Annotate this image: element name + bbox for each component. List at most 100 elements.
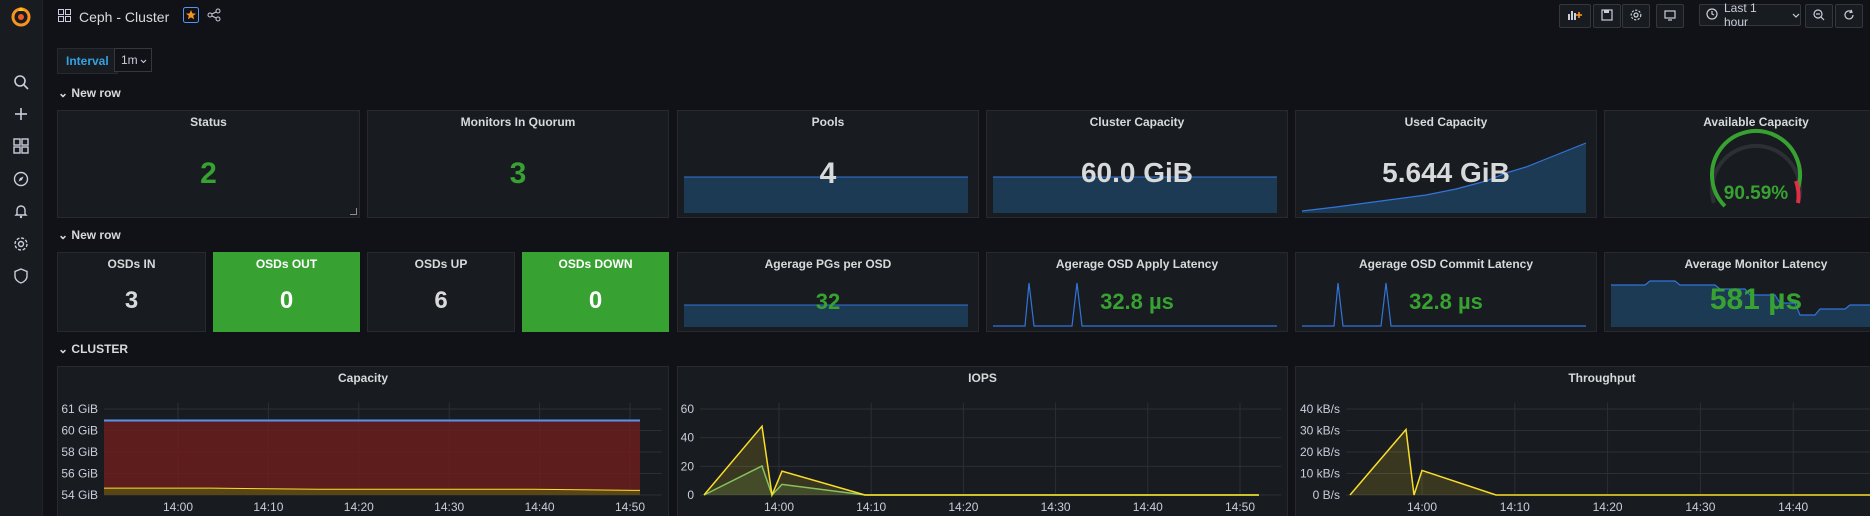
dashboard-grid-icon [58, 8, 71, 25]
row-header[interactable]: ⌄ CLUSTER [58, 342, 128, 356]
stat-value: 6 [434, 287, 448, 314]
avg-monitor-latency-panel[interactable]: Average Monitor Latency 581 µs [1604, 252, 1870, 332]
capacity-chart: 61 GiB 60 GiB 58 GiB 56 GiB 54 GiB 14:00 14:10… [61, 402, 662, 514]
panel-title: Used Capacity [1404, 115, 1488, 129]
row-title: New row [71, 228, 121, 242]
available-capacity-panel[interactable]: Available Capacity 90.59% [1604, 110, 1870, 218]
capacity-graph-panel[interactable]: Capacity 61 GiB 60 GiB 58 GiB 56 GiB 54 GiB 1… [57, 366, 669, 516]
clock-icon [1706, 7, 1718, 23]
stat-value: 581 µs [1709, 283, 1803, 316]
panel-title: OSDs OUT [255, 257, 318, 271]
explore-icon[interactable] [11, 169, 31, 189]
throughput-chart: 40 kB/s 30 kB/s 20 kB/s 10 kB/s 0 B/s 14:00 14… [1300, 402, 1870, 514]
x-tick-label: 14:10 [253, 500, 283, 514]
x-tick-label: 14:20 [1593, 500, 1623, 514]
panel-title: OSDs IN [107, 257, 156, 271]
share-icon[interactable] [207, 8, 221, 25]
save-dashboard-button[interactable] [1593, 4, 1621, 28]
stat-value: 60.0 GiB [1080, 157, 1194, 188]
y-tick-label: 20 [681, 459, 695, 473]
settings-icon[interactable] [11, 234, 31, 254]
zoom-out-icon [1813, 8, 1825, 24]
x-tick-label: 14:40 [1778, 500, 1808, 514]
tv-mode-button[interactable] [1656, 4, 1684, 28]
stat-value: 4 [819, 157, 837, 190]
y-tick-label: 40 [681, 431, 695, 445]
interval-value: 1m [121, 53, 138, 67]
series-area [1350, 429, 1870, 495]
y-tick-label: 0 B/s [1313, 488, 1340, 502]
chevron-down-icon [140, 53, 147, 67]
iops-graph-panel[interactable]: IOPS 60 40 20 0 14:00 14:10 14:20 14:30 14:40 14:… [677, 366, 1288, 516]
monitor-icon [1664, 9, 1676, 24]
dashboards-icon[interactable] [11, 136, 31, 156]
avg-pgs-per-osd-panel[interactable]: Agerage PGs per OSD 32 [677, 252, 979, 332]
stat-value: 0 [588, 287, 603, 314]
used-capacity-panel[interactable]: Used Capacity 5.644 GiB [1295, 110, 1597, 218]
x-tick-label: 14:20 [344, 500, 374, 514]
status-panel[interactable]: Status 2 [57, 110, 360, 218]
x-tick-label: 14:30 [434, 500, 464, 514]
gauge-value: 90.59% [1723, 183, 1789, 204]
x-tick-label: 14:00 [1407, 500, 1437, 514]
osds-out-panel[interactable]: OSDs OUT 0 [213, 252, 360, 332]
stat-value: 32.8 µs [1409, 289, 1483, 314]
x-tick-label: 14:50 [1225, 500, 1255, 514]
throughput-graph-panel[interactable]: Throughput 40 kB/s 30 kB/s 20 kB/s 10 kB/s 0… [1295, 366, 1870, 516]
row-title: New row [71, 86, 121, 100]
x-tick-label: 14:20 [948, 500, 978, 514]
cluster-capacity-panel[interactable]: Cluster Capacity 60.0 GiB [986, 110, 1288, 218]
y-tick-label: 0 [687, 488, 694, 502]
x-tick-label: 14:30 [1685, 500, 1715, 514]
chevron-down-icon: ⌄ [58, 86, 69, 100]
star-icon[interactable] [183, 7, 200, 26]
panel-title: OSDs DOWN [558, 257, 633, 271]
y-tick-label: 56 GiB [61, 467, 98, 481]
x-tick-label: 14:30 [1041, 500, 1071, 514]
series-area [104, 420, 640, 495]
panel-title: Status [190, 115, 227, 129]
panel-title: OSDs UP [414, 257, 468, 271]
grafana-logo-icon[interactable] [10, 6, 32, 28]
x-tick-label: 14:40 [525, 500, 555, 514]
osds-in-panel[interactable]: OSDs IN 3 [57, 252, 206, 332]
iops-chart: 60 40 20 0 14:00 14:10 14:20 14:30 14:40 14:50 [681, 402, 1281, 514]
search-icon[interactable] [11, 72, 31, 92]
add-panel-button[interactable] [1559, 4, 1591, 28]
osds-up-panel[interactable]: OSDs UP 6 [367, 252, 515, 332]
row-header[interactable]: ⌄ New row [58, 228, 121, 242]
panel-title: Average Monitor Latency [1684, 257, 1828, 271]
x-tick-label: 14:40 [1133, 500, 1163, 514]
alerting-icon[interactable] [11, 201, 31, 221]
plus-icon[interactable] [11, 104, 31, 124]
series-area [704, 426, 1259, 495]
zoom-out-button[interactable] [1805, 4, 1833, 28]
y-tick-label: 40 kB/s [1300, 402, 1340, 416]
x-tick-label: 14:10 [1500, 500, 1530, 514]
time-range-picker[interactable]: Last 1 hour [1699, 1, 1801, 29]
interval-variable-select[interactable]: 1m [114, 48, 152, 72]
dashboard-settings-button[interactable] [1622, 4, 1650, 28]
chevron-down-icon: ⌄ [58, 342, 69, 356]
stat-value: 3 [509, 157, 527, 190]
shield-icon[interactable] [11, 266, 31, 286]
x-tick-label: 14:10 [856, 500, 886, 514]
refresh-button[interactable] [1835, 4, 1863, 28]
panel-title: Monitors In Quorum [460, 115, 576, 129]
y-tick-label: 61 GiB [61, 402, 98, 416]
pools-panel[interactable]: Pools 4 [677, 110, 979, 218]
dashboard-title[interactable]: Ceph - Cluster [79, 9, 169, 25]
row-header[interactable]: ⌄ New row [58, 86, 121, 100]
osds-down-panel[interactable]: OSDs DOWN 0 [522, 252, 669, 332]
avg-osd-apply-latency-panel[interactable]: Agerage OSD Apply Latency 32.8 µs [986, 252, 1288, 332]
avg-osd-commit-latency-panel[interactable]: Agerage OSD Commit Latency 32.8 µs [1295, 252, 1597, 332]
stat-value: 32.8 µs [1100, 289, 1174, 314]
panel-title: Agerage PGs per OSD [764, 257, 892, 271]
y-tick-label: 30 kB/s [1300, 424, 1340, 438]
row-title: CLUSTER [71, 342, 129, 356]
resize-handle-icon[interactable] [350, 208, 357, 215]
monitors-quorum-panel[interactable]: Monitors In Quorum 3 [367, 110, 669, 218]
panel-title: Pools [811, 115, 845, 129]
y-tick-label: 60 GiB [61, 424, 98, 438]
y-tick-label: 60 [681, 402, 695, 416]
